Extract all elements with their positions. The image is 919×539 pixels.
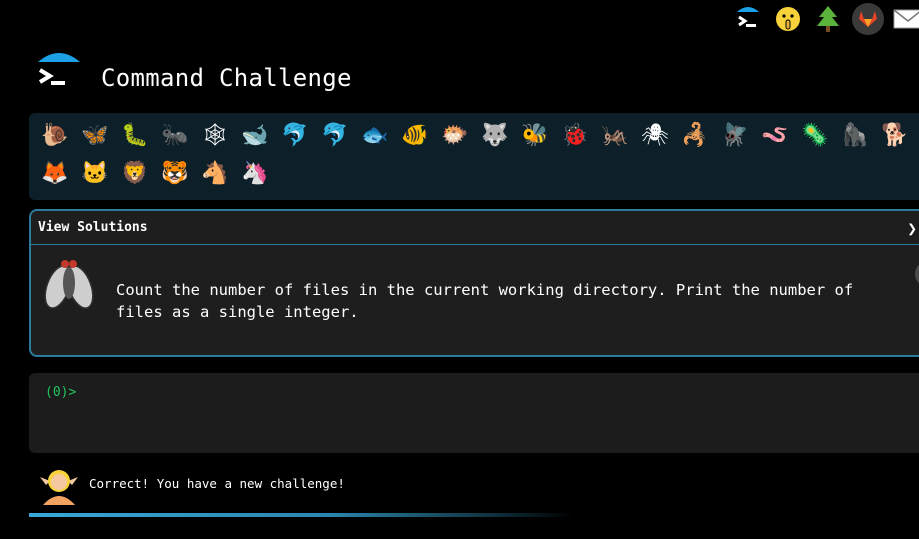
feedback-message: Correct! You have a new challenge! bbox=[89, 476, 345, 491]
ant-icon[interactable]: 🐜 bbox=[155, 117, 195, 155]
horse-icon[interactable]: 🐴 bbox=[195, 155, 235, 193]
challenge-panel: View Solutions ❯ Count the number of fil… bbox=[29, 209, 919, 357]
butterfly-icon[interactable]: 🦋 bbox=[75, 117, 115, 155]
unicorn-icon[interactable]: 🦄 bbox=[235, 155, 275, 193]
fly-icon bbox=[44, 260, 94, 309]
chevron-right-icon[interactable]: ❯ bbox=[907, 219, 917, 238]
tropical-fish-icon[interactable]: 🐠 bbox=[395, 117, 435, 155]
top-icon-bar bbox=[731, 3, 919, 35]
whale-icon[interactable]: 🐋 bbox=[235, 117, 275, 155]
challenge-description: Count the number of files in the current… bbox=[116, 281, 854, 321]
lion-icon[interactable]: 🦁 bbox=[115, 155, 155, 193]
dolphin-icon[interactable]: 🐬 bbox=[275, 117, 315, 155]
bee-icon[interactable]: 🐝 bbox=[515, 117, 555, 155]
fly-icon[interactable]: 🪰 bbox=[715, 117, 755, 155]
worm-icon[interactable]: 🪱 bbox=[755, 117, 795, 155]
dolphin-gray-icon[interactable]: 🐬 bbox=[315, 117, 355, 155]
shushing-face-icon[interactable] bbox=[771, 4, 805, 34]
terminal-prompt: (0)> bbox=[45, 385, 77, 400]
page-title: Command Challenge bbox=[101, 64, 352, 92]
tree-icon[interactable] bbox=[811, 4, 845, 34]
wolf-icon[interactable]: 🐺 bbox=[475, 117, 515, 155]
blowfish-icon[interactable]: 🐡 bbox=[435, 117, 475, 155]
terminal[interactable]: (0)> bbox=[29, 373, 919, 453]
page: Command Challenge 🐌 🦋 🐛 🐜 🕸 🐋 🐬 🐬 🐟 🐠 🐡 🐺 🐝 🐞 🦗 🕷 🦂 🪰 🪱 🦠 🦍 🐕… bbox=[0, 0, 919, 539]
view-solutions-label: View Solutions bbox=[38, 220, 148, 235]
fish-icon[interactable]: 🐟 bbox=[355, 117, 395, 155]
microbe-icon[interactable]: 🦠 bbox=[795, 117, 835, 155]
side-scroll-button[interactable] bbox=[915, 261, 919, 287]
terminal-logo-icon[interactable] bbox=[731, 4, 765, 34]
tiger-icon[interactable]: 🐯 bbox=[155, 155, 195, 193]
fox-icon[interactable]: 🦊 bbox=[35, 155, 75, 193]
scorpion-icon[interactable]: 🦂 bbox=[675, 117, 715, 155]
view-solutions-toggle[interactable]: View Solutions bbox=[31, 211, 919, 245]
gorilla-icon[interactable]: 🦍 bbox=[835, 117, 875, 155]
caterpillar-icon[interactable]: 🐛 bbox=[115, 117, 155, 155]
elf-avatar-icon bbox=[40, 470, 78, 505]
mail-icon[interactable] bbox=[891, 4, 919, 34]
ladybug-icon[interactable]: 🐞 bbox=[555, 117, 595, 155]
app-logo-icon[interactable] bbox=[36, 50, 82, 96]
spider-icon[interactable]: 🕷 bbox=[635, 117, 675, 155]
snail-icon[interactable]: 🐌 bbox=[35, 117, 75, 155]
progress-bar bbox=[29, 513, 574, 517]
cricket-icon[interactable]: 🦗 bbox=[595, 117, 635, 155]
spider-web-icon[interactable]: 🕸 bbox=[195, 117, 235, 155]
challenge-progress-strip: 🐌 🦋 🐛 🐜 🕸 🐋 🐬 🐬 🐟 🐠 🐡 🐺 🐝 🐞 🦗 🕷 🦂 🪰 🪱 🦠 🦍 🐕 🦊 🐱 🦁 🐯 🐴 🦄 bbox=[29, 113, 919, 200]
dog-icon[interactable]: 🐕 bbox=[875, 117, 915, 155]
cat-icon[interactable]: 🐱 bbox=[75, 155, 115, 193]
gitlab-icon[interactable] bbox=[851, 3, 885, 35]
